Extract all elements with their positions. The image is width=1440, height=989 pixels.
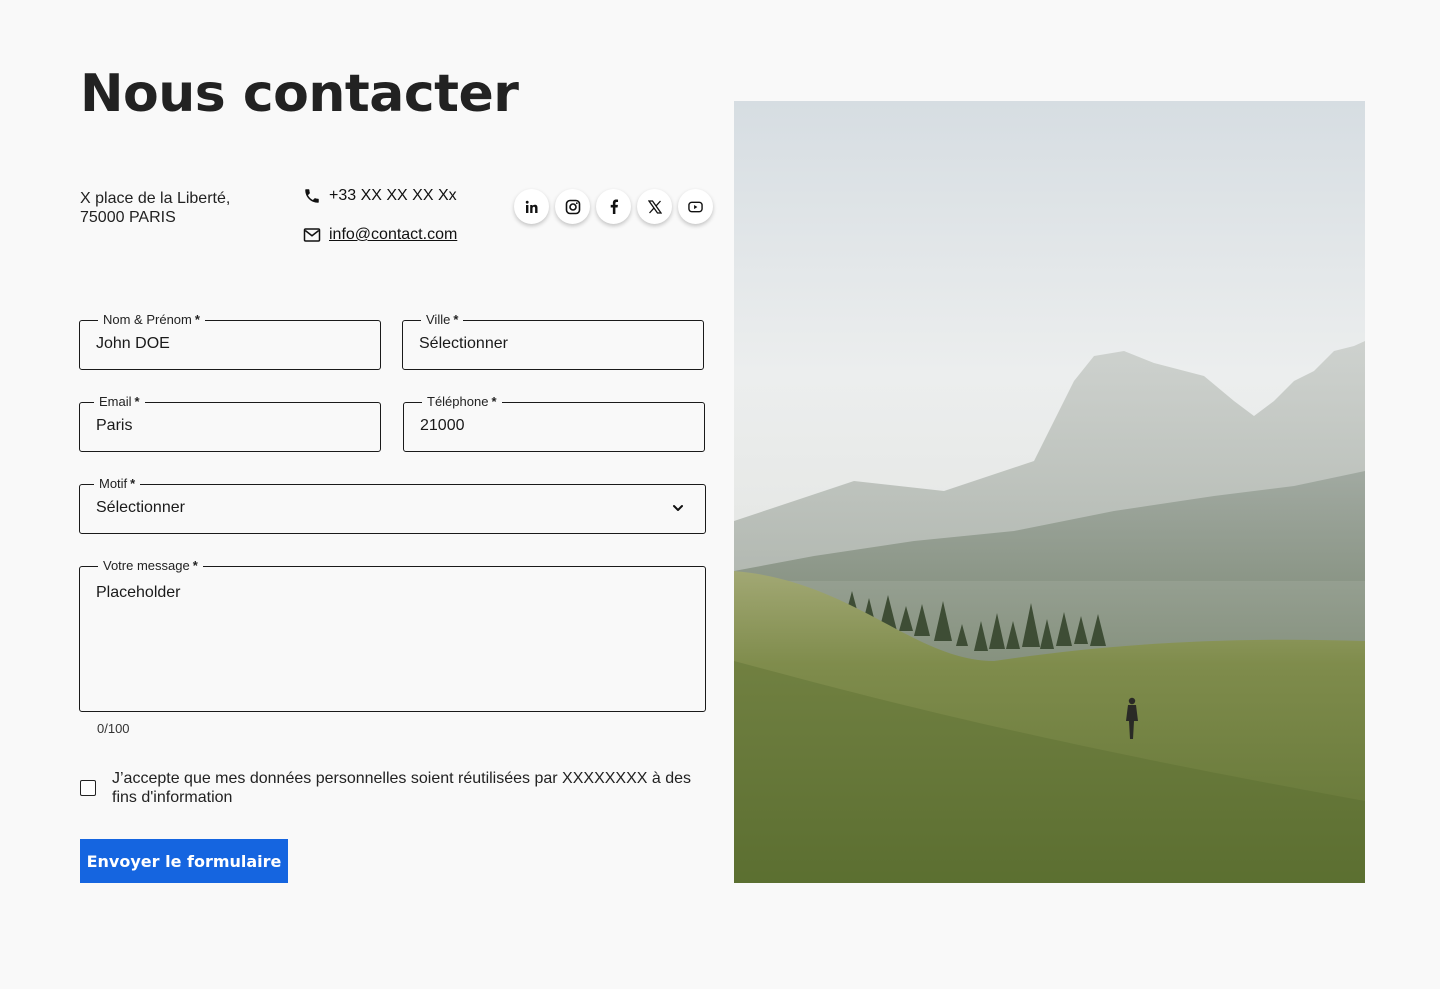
x-icon[interactable]	[637, 189, 672, 224]
required-mark: *	[194, 312, 200, 327]
reason-label-text: Motif	[99, 476, 128, 491]
required-mark: *	[134, 394, 140, 409]
phone-field[interactable]: Téléphone * 21000	[403, 394, 705, 452]
reason-select[interactable]: Motif * Sélectionner	[79, 476, 706, 534]
name-label: Nom & Prénom *	[98, 312, 205, 328]
message-placeholder: Placeholder	[96, 584, 181, 601]
email-field[interactable]: Email * Paris	[79, 394, 381, 452]
email-label: Email *	[94, 394, 145, 410]
landscape-image	[734, 101, 1365, 883]
social-links	[514, 189, 713, 224]
name-value: John DOE	[96, 335, 170, 352]
required-mark: *	[491, 394, 497, 409]
mail-icon	[303, 226, 321, 244]
city-select[interactable]: Ville * Sélectionner	[402, 312, 704, 370]
reason-label: Motif *	[94, 476, 141, 492]
consent-checkbox[interactable]	[80, 780, 96, 796]
email-value: Paris	[96, 417, 133, 434]
email-contact: info@contact.com	[303, 226, 457, 244]
submit-button[interactable]: Envoyer le formulaire	[80, 839, 288, 883]
phone-contact: +33 XX XX XX Xx	[303, 187, 457, 205]
reason-value: Sélectionner	[96, 499, 185, 516]
facebook-icon[interactable]	[596, 189, 631, 224]
phone-number: +33 XX XX XX Xx	[329, 187, 457, 204]
phone-label-text: Téléphone	[427, 394, 489, 409]
message-textarea[interactable]: Votre message * Placeholder	[79, 558, 706, 712]
consent-row: J’accepte que mes données personnelles s…	[80, 769, 700, 807]
name-label-text: Nom & Prénom	[103, 312, 192, 327]
message-label: Votre message *	[98, 558, 203, 574]
character-counter: 0/100	[97, 721, 130, 736]
instagram-icon[interactable]	[555, 189, 590, 224]
chevron-down-icon	[671, 501, 685, 515]
required-mark: *	[130, 476, 136, 491]
city-value: Sélectionner	[419, 335, 508, 352]
phone-label: Téléphone *	[422, 394, 502, 410]
name-field[interactable]: Nom & Prénom * John DOE	[79, 312, 381, 370]
address-line-2: 75000 PARIS	[80, 209, 176, 226]
required-mark: *	[192, 558, 198, 573]
message-label-text: Votre message	[103, 558, 190, 573]
phone-icon	[303, 187, 321, 205]
youtube-icon[interactable]	[678, 189, 713, 224]
city-label: Ville *	[421, 312, 464, 328]
required-mark: *	[453, 312, 459, 327]
linkedin-icon[interactable]	[514, 189, 549, 224]
page-title: Nous contacter	[80, 64, 519, 124]
address-line-1: X place de la Liberté,	[80, 190, 231, 207]
address: X place de la Liberté, 75000 PARIS	[80, 189, 230, 227]
consent-text: J’accepte que mes données personnelles s…	[112, 770, 692, 806]
city-label-text: Ville	[426, 312, 451, 327]
email-label-text: Email	[99, 394, 132, 409]
phone-value: 21000	[420, 417, 465, 434]
email-link[interactable]: info@contact.com	[329, 226, 457, 244]
